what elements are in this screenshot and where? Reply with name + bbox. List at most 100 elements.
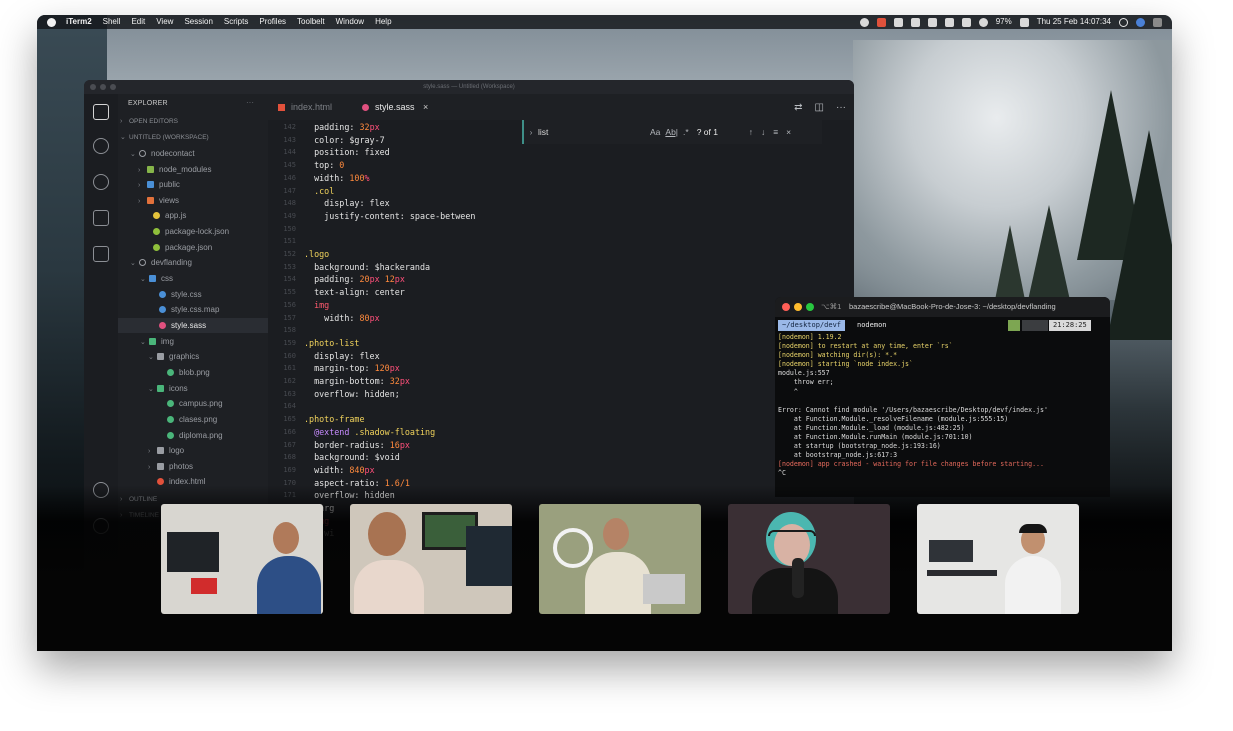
toggle-replace-icon[interactable]: › [524, 127, 538, 137]
tree-file[interactable]: style.css [118, 287, 268, 302]
explorer-more-actions[interactable]: ··· [246, 98, 254, 107]
menu-session[interactable]: Session [184, 15, 212, 29]
wifi-icon[interactable] [978, 17, 988, 27]
apple-icon[interactable] [47, 17, 56, 27]
terminal-output[interactable]: [nodemon] 1.19.2 [nodemon] to restart at … [778, 333, 1108, 479]
notification-center-icon[interactable] [1153, 17, 1162, 27]
tree-folder[interactable]: ⌄ icons [118, 381, 268, 396]
menu-edit[interactable]: Edit [131, 15, 145, 29]
split-editor-icon[interactable]: ◫ [815, 102, 824, 113]
file-icon [153, 212, 160, 220]
tree-folder[interactable]: › logo [118, 443, 268, 458]
find-in-selection-icon[interactable]: ≡ [773, 127, 778, 137]
tree-folder[interactable]: ⌄ css [118, 271, 268, 286]
match-whole-word-button[interactable]: Ab| [665, 127, 678, 137]
webcam-tile[interactable] [161, 504, 323, 614]
source-control-icon[interactable] [93, 174, 109, 190]
tree-folder[interactable]: ⌄ nodecontact [118, 146, 268, 161]
search-icon[interactable] [93, 138, 109, 154]
menu-shell[interactable]: Shell [103, 15, 121, 29]
tree-label: clases.png [179, 415, 218, 424]
tree-folder[interactable]: › node_modules [118, 162, 268, 177]
minimize-window-button[interactable] [794, 303, 802, 311]
menu-view[interactable]: View [156, 15, 173, 29]
close-tab-icon[interactable]: × [423, 102, 428, 112]
tree-folder[interactable]: ⌄ devflanding [118, 255, 268, 270]
airplay-icon[interactable] [944, 17, 954, 27]
minimize-window-button[interactable] [100, 84, 106, 90]
regex-button[interactable]: .* [683, 127, 689, 137]
webcam-tile[interactable] [350, 504, 512, 614]
terminal-line: throw err; [778, 378, 834, 387]
code-line: width: 100% [304, 173, 370, 183]
menu-app-name[interactable]: iTerm2 [66, 15, 92, 29]
close-window-button[interactable] [782, 303, 790, 311]
tree-folder[interactable]: ⌄ graphics [118, 349, 268, 364]
tree-file[interactable]: blob.png [118, 365, 268, 380]
previous-match-icon[interactable]: ↑ [749, 127, 753, 137]
zoom-window-button[interactable] [806, 303, 814, 311]
more-actions-icon[interactable]: ··· [836, 102, 846, 113]
menu-profiles[interactable]: Profiles [259, 15, 286, 29]
tree-folder[interactable]: ⌄ img [118, 334, 268, 349]
zoom-window-button[interactable] [110, 84, 116, 90]
chevron-icon: › [148, 464, 151, 471]
close-window-button[interactable] [90, 84, 96, 90]
extensions-icon[interactable] [93, 246, 109, 262]
explorer-icon[interactable] [93, 104, 109, 120]
tree-folder[interactable]: › photos [118, 459, 268, 474]
code-token: text-align: center [304, 287, 405, 298]
iterm-window: ⌥⌘1 bazaescribe@MacBook-Pro-de-Jose-3: ~… [775, 297, 1110, 497]
siri-icon[interactable] [1136, 17, 1145, 27]
code-token: px [394, 274, 405, 285]
close-find-icon[interactable]: × [786, 127, 791, 137]
menu-scripts[interactable]: Scripts [224, 15, 248, 29]
match-case-button[interactable]: Aa [650, 127, 660, 137]
tree-file[interactable]: app.js [118, 208, 268, 223]
bartender-icon[interactable] [893, 17, 903, 27]
webcam-tile[interactable] [539, 504, 701, 614]
tree-file[interactable]: package-lock.json [118, 224, 268, 239]
info-icon[interactable] [859, 17, 869, 27]
webcam-tile[interactable] [728, 504, 890, 614]
code-token: img [304, 299, 330, 310]
next-match-icon[interactable]: ↓ [761, 127, 765, 137]
find-input[interactable]: list [538, 127, 650, 137]
run-debug-icon[interactable] [93, 210, 109, 226]
chevron-icon: › [138, 167, 141, 174]
tree-file[interactable]: clases.png [118, 412, 268, 427]
menu-window[interactable]: Window [336, 15, 364, 29]
webcam-tile[interactable] [917, 504, 1079, 614]
folder-icon [149, 338, 156, 346]
dropbox-icon[interactable] [927, 17, 937, 27]
code-token: display: flex [304, 198, 390, 209]
tab-style-sass[interactable]: style.sass × [362, 94, 428, 120]
creative-cloud-icon[interactable] [876, 17, 886, 27]
tree-folder[interactable]: › views [118, 193, 268, 208]
tree-file[interactable]: package.json [118, 240, 268, 255]
window-icon[interactable] [910, 17, 920, 27]
tree-folder[interactable]: › public [118, 177, 268, 192]
tab-index-html[interactable]: index.html [278, 94, 332, 120]
line-number: 168 [283, 453, 296, 462]
menu-toolbelt[interactable]: Toolbelt [297, 15, 325, 29]
tree-file[interactable]: campus.png [118, 396, 268, 411]
tree-file[interactable]: style.sass [118, 318, 268, 333]
html-file-icon [278, 104, 285, 112]
tree-label: package.json [165, 243, 213, 252]
spotlight-icon[interactable] [1119, 17, 1128, 27]
menubar-clock[interactable]: Thu 25 Feb 14:07:34 [1037, 15, 1111, 29]
bluetooth-icon[interactable] [961, 17, 971, 27]
battery-icon[interactable] [1019, 17, 1029, 27]
compare-changes-icon[interactable]: ⇄ [794, 102, 802, 113]
find-match-count: ? of 1 [696, 127, 718, 137]
menu-help[interactable]: Help [375, 15, 391, 29]
sass-file-icon [362, 104, 369, 112]
tree-section[interactable]: › OPEN EDITORS [118, 114, 268, 129]
tree-file[interactable]: style.css.map [118, 302, 268, 317]
tree-section[interactable]: ⌄ UNTITLED (WORKSPACE) [118, 130, 268, 145]
editor-actions: ⇄ ◫ ··· [794, 94, 846, 120]
code-token: position: fixed [304, 147, 390, 158]
tree-file[interactable]: diploma.png [118, 428, 268, 443]
folder-icon [157, 385, 164, 393]
